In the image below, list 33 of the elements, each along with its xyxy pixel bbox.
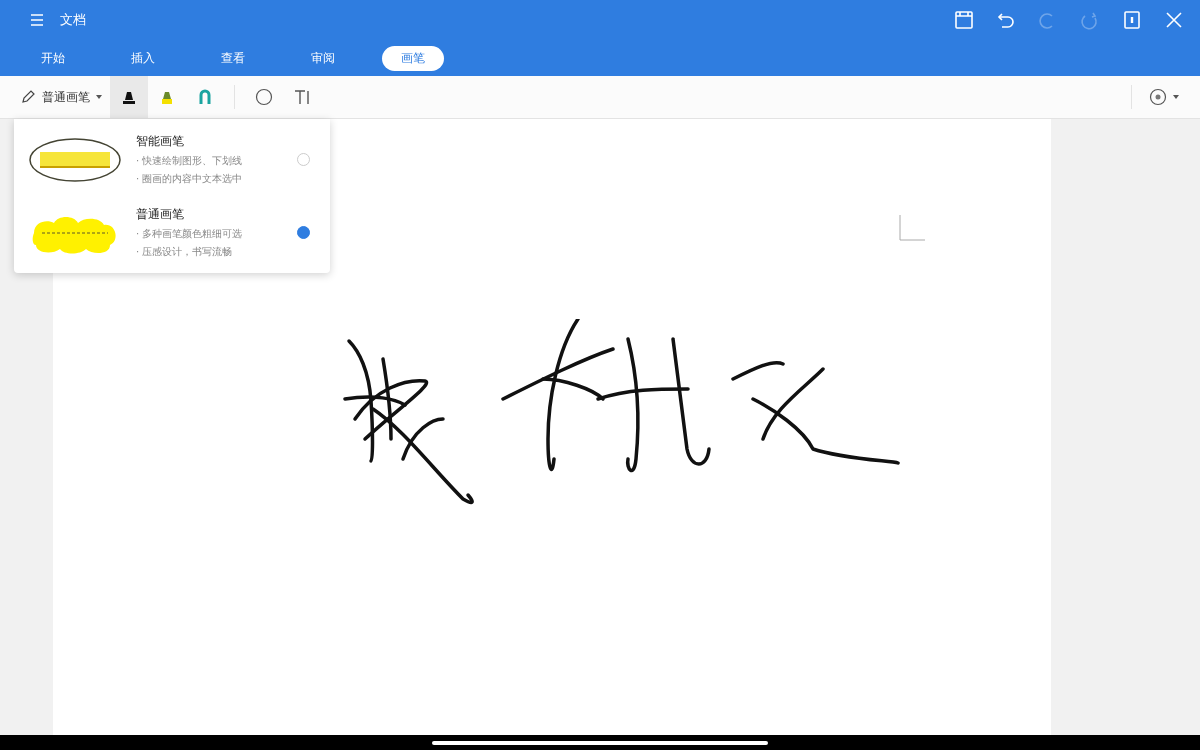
pen-option-description: · 压感设计，书写流畅 [136, 245, 234, 259]
target-icon [1149, 88, 1167, 106]
pen-mode-dropdown[interactable]: 普通画笔 [20, 88, 110, 106]
pencil-icon [20, 89, 36, 105]
pen-option-description: · 快速绘制图形、下划线 [136, 154, 244, 168]
ribbon-tab[interactable]: 开始 [22, 45, 84, 71]
ribbon-tab[interactable]: 查看 [202, 45, 264, 71]
ribbon-tab[interactable]: 插入 [112, 45, 174, 71]
pen-option[interactable]: 智能画笔 · 快速绘制图形、下划线 · 圈画的内容中文本选中 [14, 123, 330, 196]
caret-icon [96, 95, 102, 99]
pen-option[interactable]: 普通画笔 · 多种画笔颜色粗细可选 · 压感设计，书写流畅 [14, 196, 330, 269]
pen-option-title: 智能画笔 [136, 133, 185, 150]
save-icon[interactable] [954, 10, 974, 30]
eraser-icon [197, 89, 213, 105]
undo-icon[interactable] [996, 10, 1016, 30]
pen-option-title: 普通画笔 [136, 206, 185, 223]
marker-tool[interactable] [110, 76, 148, 118]
circle-icon [255, 88, 273, 106]
margin-corner-mark [899, 215, 925, 241]
ribbon-tab[interactable]: 审阅 [292, 45, 354, 71]
text-cursor-icon [293, 88, 311, 106]
caret-icon [1173, 95, 1179, 99]
menu-icon[interactable] [30, 14, 44, 26]
marker-icon [121, 89, 137, 105]
pen-option-description: · 多种画笔颜色粗细可选 [136, 227, 244, 241]
highlighter-icon [159, 89, 175, 105]
radio-button[interactable] [297, 226, 310, 239]
pen-option-description: · 圈画的内容中文本选中 [136, 172, 244, 186]
window-title: 文档 [60, 11, 86, 29]
ribbon-tab[interactable]: 画笔 [382, 45, 444, 71]
home-indicator[interactable] [432, 740, 768, 745]
page-icon[interactable] [1122, 10, 1142, 30]
close-icon[interactable] [1164, 10, 1184, 30]
